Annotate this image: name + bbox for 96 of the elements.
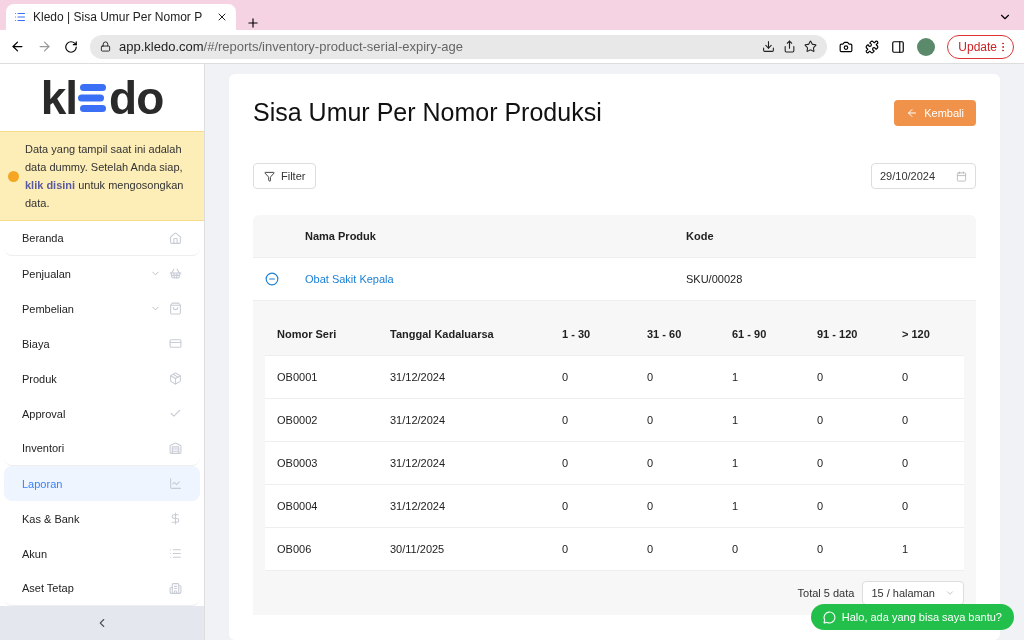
star-icon[interactable]: [804, 40, 818, 53]
warning-icon: [8, 170, 19, 182]
forward-icon[interactable]: [37, 39, 52, 54]
warehouse-icon: [169, 441, 182, 455]
close-icon[interactable]: [216, 11, 228, 23]
table-cell-text: 1: [732, 457, 740, 469]
basket-icon: [169, 267, 182, 281]
table-cell-text: 0: [902, 457, 910, 469]
table-cell-text: 0: [902, 500, 910, 512]
table-cell-text: 0: [647, 457, 655, 469]
column-header: Tanggal Kadaluarsa: [390, 328, 495, 340]
table-cell-text: 0: [817, 457, 825, 469]
dollar-icon: [169, 512, 182, 526]
chat-icon: [822, 610, 836, 624]
table-cell-text: 1: [732, 414, 740, 426]
table-cell-text: SKU/00028: [686, 273, 744, 285]
table-cell-text: OB006: [277, 543, 313, 555]
box-icon: [169, 372, 182, 386]
profile-avatar[interactable]: [917, 37, 936, 56]
table-cell-text: 0: [647, 543, 655, 555]
column-header: Kode: [686, 230, 715, 242]
sidebar-item[interactable]: Pembelian: [4, 291, 200, 327]
kledo-favicon-icon: [14, 11, 26, 23]
sidebar-item[interactable]: Kas & Bank: [4, 501, 200, 537]
total-count: Total 5 data: [797, 587, 855, 599]
back-icon[interactable]: [10, 39, 25, 54]
calendar-icon: [956, 170, 967, 182]
table-cell-text: 31/12/2024: [390, 500, 447, 512]
table-cell-text: OB0004: [277, 500, 319, 512]
home-icon: [169, 231, 182, 245]
column-header: Nomor Seri: [277, 328, 338, 340]
collapse-row-icon[interactable]: [265, 272, 279, 286]
table-cell-text: 0: [647, 414, 655, 426]
sidebar-item[interactable]: Beranda: [4, 221, 200, 257]
building-icon: [169, 581, 182, 595]
column-header: 61 - 90: [732, 328, 768, 340]
column-header: > 120: [902, 328, 931, 340]
date-field[interactable]: 29/10/2024: [871, 163, 976, 189]
column-header: Nama Produk: [305, 230, 377, 242]
page-title: Sisa Umur Per Nomor Produksi: [253, 98, 602, 127]
table-cell-text: 0: [817, 371, 825, 383]
table-cell-text: OB0002: [277, 414, 319, 426]
extensions-icon[interactable]: [865, 39, 880, 54]
table-cell-text: 0: [562, 371, 570, 383]
new-tab-icon[interactable]: [246, 16, 260, 30]
column-header: 91 - 120: [817, 328, 859, 340]
sidebar-item[interactable]: Akun: [4, 536, 200, 572]
table-cell-text: 0: [732, 543, 740, 555]
camera-icon[interactable]: [839, 39, 854, 54]
table-cell-text: 0: [817, 543, 825, 555]
reload-icon[interactable]: [64, 39, 78, 54]
chart-icon: [169, 477, 182, 491]
kledo-logo: kl do: [39, 70, 165, 126]
table-cell-text: 0: [902, 414, 910, 426]
sidebar-item[interactable]: Approval: [4, 396, 200, 432]
table-cell-text: 1: [732, 371, 740, 383]
share-icon[interactable]: [783, 40, 797, 53]
table-cell-text: 0: [647, 371, 655, 383]
table-cell-text: 0: [647, 500, 655, 512]
table-cell-text: 31/12/2024: [390, 371, 447, 383]
card-icon: [169, 337, 182, 351]
chevron-down-icon: [945, 588, 955, 598]
list-icon: [169, 547, 182, 561]
table-cell-text: 0: [902, 371, 910, 383]
filter-button[interactable]: Filter: [253, 163, 317, 189]
table-cell-text: 30/11/2025: [390, 543, 446, 555]
address-bar[interactable]: app.kledo.com/#/reports/inventory-product-serial-expiry-age: [90, 34, 828, 59]
table-cell-text: 1: [732, 500, 740, 512]
arrow-left-icon: [906, 106, 919, 119]
url-text: app.kledo.com/#/reports/inventory-product-serial-expiry-age: [119, 39, 463, 54]
table-cell-text: 0: [817, 414, 825, 426]
side-panel-icon[interactable]: [891, 39, 906, 54]
page-size-select[interactable]: 15 / halaman: [862, 581, 964, 605]
table-cell-text: 31/12/2024: [390, 414, 447, 426]
column-header: 1 - 30: [562, 328, 592, 340]
table-cell-text: 31/12/2024: [390, 457, 447, 469]
dummy-data-notice: Data yang tampil saat ini adalah data dummy. Setelah Anda siap, klik disini untuk mengosongkan data.: [25, 142, 185, 212]
table-cell-text: 0: [562, 414, 570, 426]
table-cell-text: 0: [817, 500, 825, 512]
sidebar-item[interactable]: Biaya: [4, 326, 200, 362]
sidebar-item[interactable]: Penjualan: [4, 256, 200, 292]
update-button[interactable]: Update: [947, 34, 1014, 59]
table-cell-text: 0: [562, 500, 570, 512]
sidebar-item[interactable]: Produk: [4, 361, 200, 397]
product-link[interactable]: Obat Sakit Kepala: [305, 273, 686, 285]
table-cell-text: 0: [562, 543, 570, 555]
bag-icon: [169, 302, 182, 316]
filter-icon: [264, 170, 275, 182]
table-cell-text: 0: [562, 457, 570, 469]
table-cell-text: 1: [902, 543, 910, 555]
column-header: 31 - 60: [647, 328, 683, 340]
table-cell-text: OB0001: [277, 371, 319, 383]
browser-tab[interactable]: Kledo | Sisa Umur Per Nomor P: [6, 4, 236, 30]
lock-icon: [100, 41, 111, 52]
download-icon[interactable]: [762, 40, 776, 53]
table-cell-text: OB0003: [277, 457, 319, 469]
